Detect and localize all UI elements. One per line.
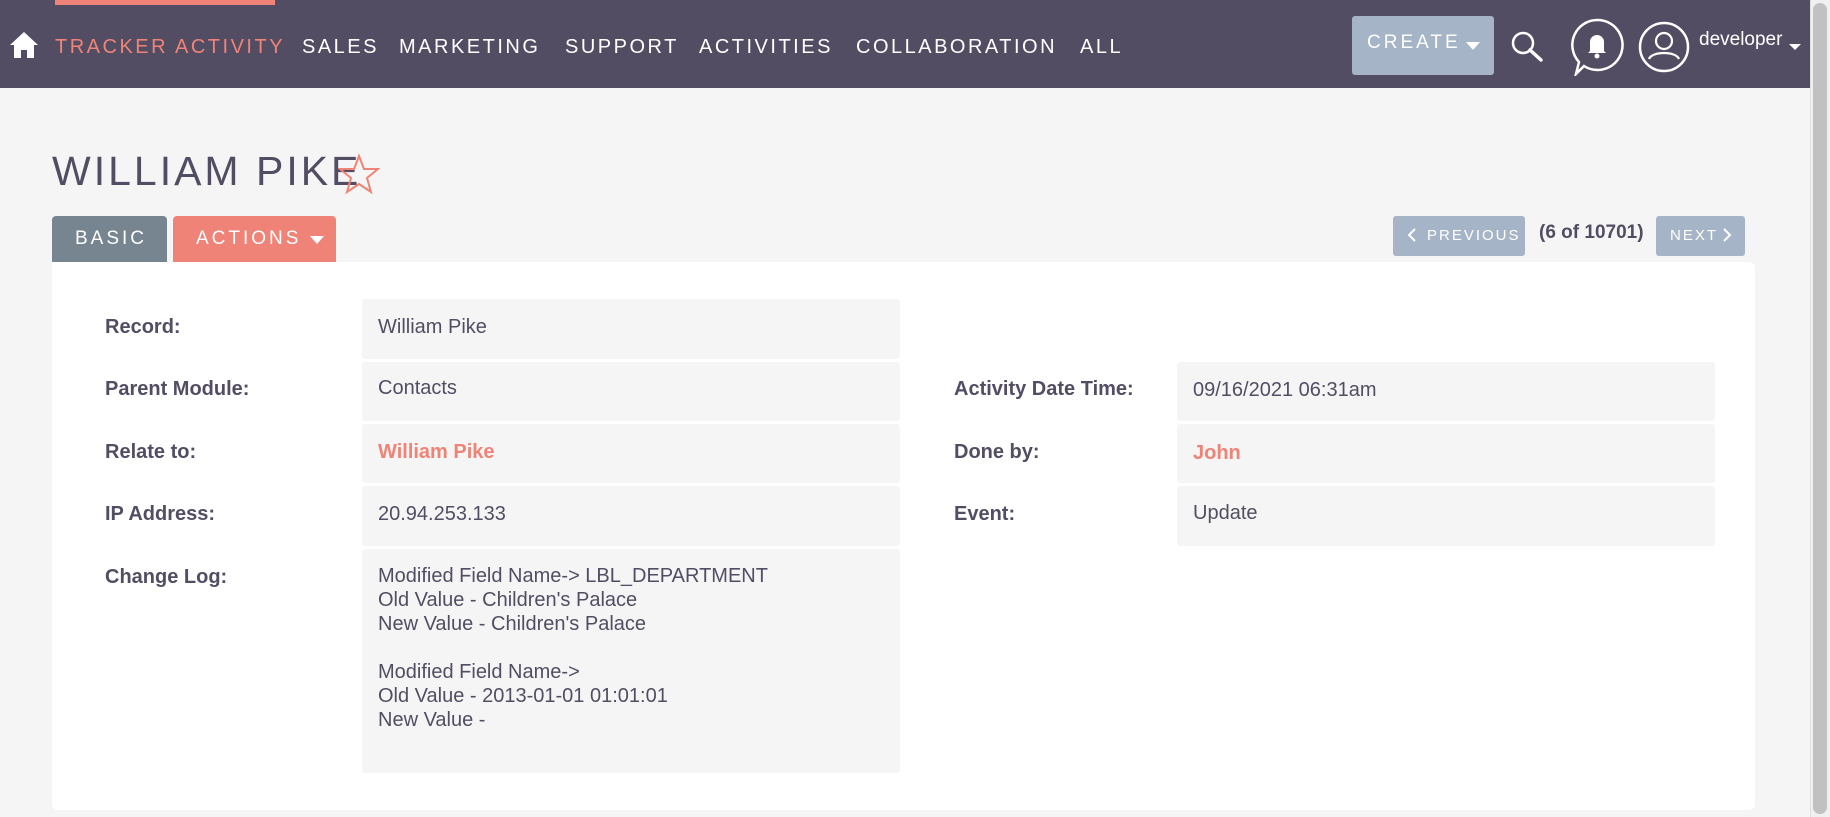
event-value: Update [1193, 502, 1258, 524]
scrollbar-thumb[interactable] [1813, 3, 1827, 814]
nav-item-all[interactable]: ALL [1080, 36, 1123, 59]
relate-to-field: William Pike [362, 424, 900, 483]
event-field: Update [1177, 486, 1715, 546]
tab-basic-label: BASIC [75, 228, 148, 249]
nav-item-activities[interactable]: ACTIVITIES [699, 36, 833, 59]
activity-date-time-field: 09/16/2021 06:31am [1177, 362, 1715, 421]
record-field: William Pike [362, 299, 900, 359]
event-label: Event: [954, 503, 1016, 525]
chevron-down-icon [310, 236, 324, 244]
previous-button[interactable]: PREVIOUS [1393, 216, 1525, 256]
chevron-down-icon [1789, 44, 1801, 50]
activity-date-time-value: 09/16/2021 06:31am [1193, 379, 1377, 401]
nav-item-support[interactable]: SUPPORT [565, 36, 679, 59]
tab-actions-label: ACTIONS [196, 228, 302, 249]
done-by-link[interactable]: John [1193, 442, 1241, 465]
activity-date-time-label: Activity Date Time: [954, 378, 1134, 400]
user-avatar-icon[interactable] [1638, 21, 1690, 73]
change-log-value: Modified Field Name-> LBL_DEPARTMENT Old… [378, 565, 768, 731]
create-button[interactable]: CREATE [1352, 16, 1494, 75]
next-button[interactable]: NEXT [1656, 216, 1745, 256]
ip-address-label: IP Address: [105, 503, 216, 525]
relate-to-label: Relate to: [105, 441, 197, 463]
bell-icon[interactable] [1570, 18, 1624, 76]
home-icon[interactable] [8, 30, 40, 60]
page-title: WILLIAM PIKE [52, 148, 362, 194]
nav-item-tracker-activity[interactable]: TRACKER ACTIVITY [55, 36, 285, 59]
create-button-label: CREATE [1367, 32, 1461, 53]
favorite-star-icon[interactable] [338, 153, 380, 195]
record-position-counter: (6 of 10701) [1539, 222, 1644, 243]
user-menu-name[interactable]: developer [1699, 29, 1782, 51]
ip-address-field: 20.94.253.133 [362, 486, 900, 546]
parent-module-value: Contacts [378, 377, 457, 399]
parent-module-field: Contacts [362, 362, 900, 421]
top-navigation-bar: TRACKER ACTIVITY SALES MARKETING SUPPORT… [0, 0, 1810, 88]
nav-item-sales[interactable]: SALES [302, 36, 379, 59]
record-value: William Pike [378, 316, 487, 338]
change-log-field: Modified Field Name-> LBL_DEPARTMENT Old… [362, 549, 900, 773]
parent-module-label: Parent Module: [105, 378, 250, 400]
next-button-label: NEXT [1670, 227, 1719, 244]
tab-actions[interactable]: ACTIONS [173, 216, 336, 262]
active-nav-indicator [55, 0, 275, 5]
previous-button-label: PREVIOUS [1427, 227, 1521, 244]
tab-basic[interactable]: BASIC [52, 216, 167, 262]
detail-panel: Record: William Pike Parent Module: Cont… [52, 262, 1755, 810]
ip-address-value: 20.94.253.133 [378, 503, 506, 525]
relate-to-link[interactable]: William Pike [378, 441, 495, 464]
chevron-left-icon [1407, 228, 1416, 242]
chevron-down-icon [1466, 42, 1480, 50]
nav-item-collaboration[interactable]: COLLABORATION [856, 36, 1057, 59]
done-by-field: John [1177, 424, 1715, 483]
change-log-label: Change Log: [105, 566, 228, 588]
nav-item-marketing[interactable]: MARKETING [399, 36, 540, 59]
chevron-right-icon [1723, 228, 1732, 242]
search-icon[interactable] [1510, 30, 1544, 62]
done-by-label: Done by: [954, 441, 1040, 463]
record-label: Record: [105, 316, 181, 338]
